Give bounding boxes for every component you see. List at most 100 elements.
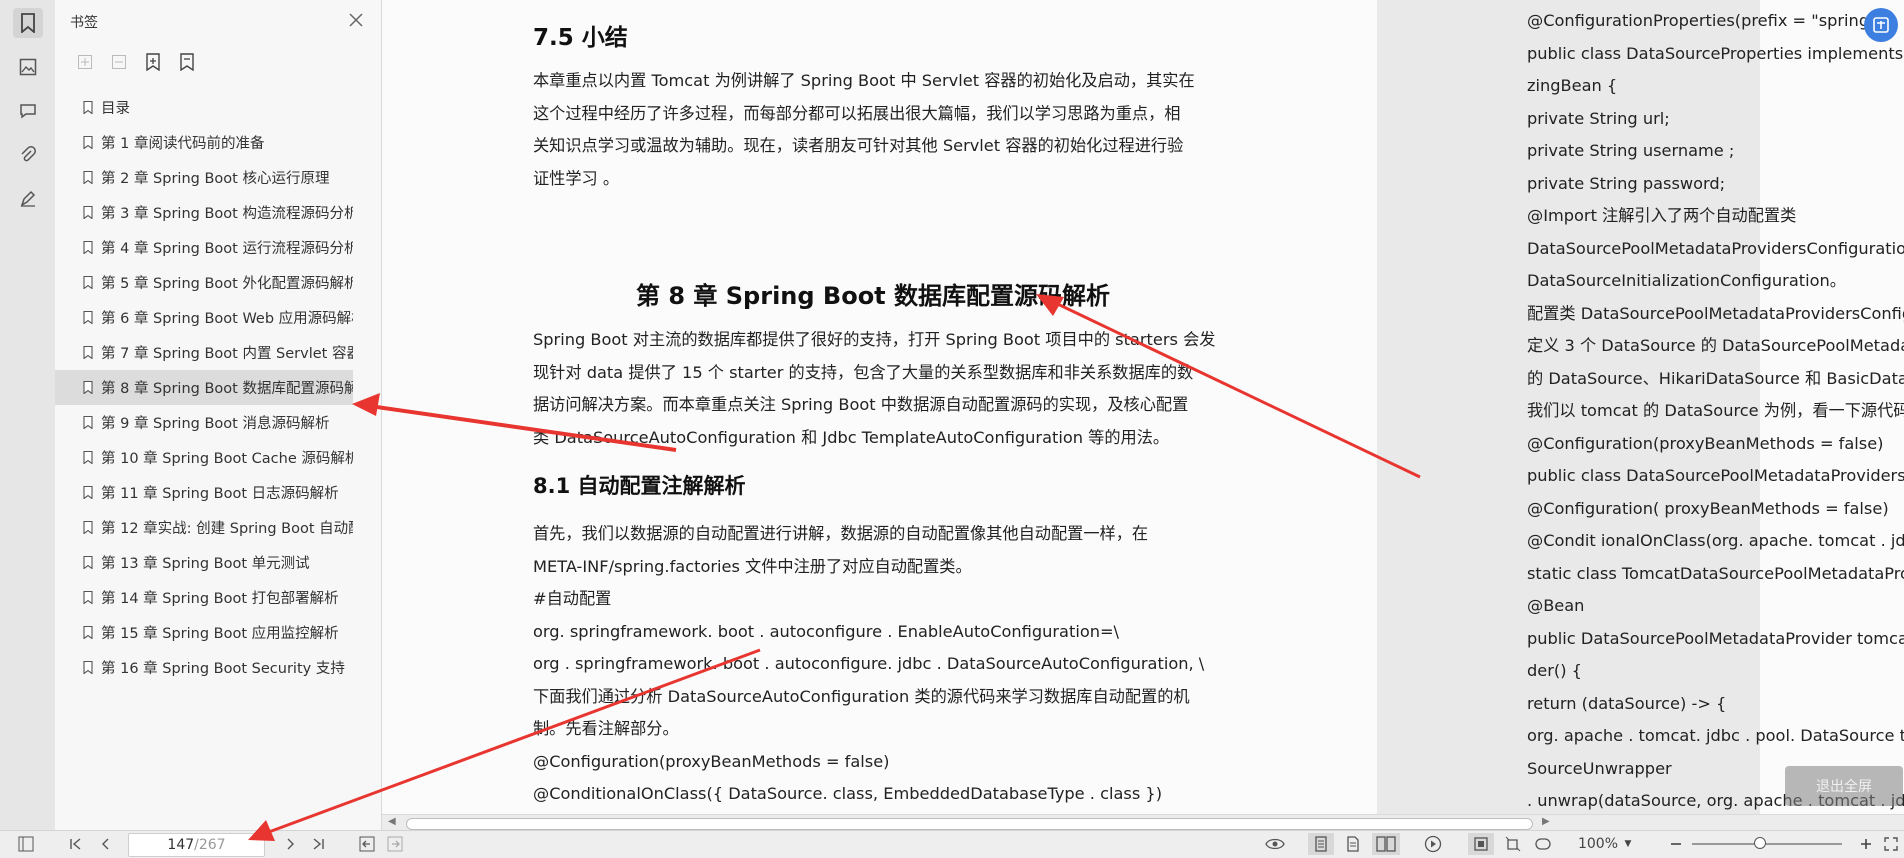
bookmark-flag-icon [83, 206, 93, 219]
bookmark-label: 第 12 章实战: 创建 Spring Boot 自动配置 [101, 521, 353, 537]
section-title: 7.5 小结 [533, 25, 628, 51]
signature-icon[interactable] [13, 184, 43, 214]
bookmark-label: 第 2 章 Spring Boot 核心运行原理 [101, 171, 330, 187]
bookmark-item[interactable]: 第 14 章 Spring Boot 打包部署解析 [55, 580, 353, 615]
last-page-icon[interactable] [308, 833, 328, 855]
text-line: private String url; [1527, 108, 1670, 128]
bookmark-item[interactable]: 第 1 章阅读代码前的准备 [55, 125, 353, 160]
close-icon[interactable] [349, 13, 363, 31]
text-line: @Import 注解引入了两个自动配置类 [1527, 206, 1797, 225]
bookmark-flag-icon [83, 661, 93, 674]
bookmark-item[interactable]: 目录 [55, 90, 353, 125]
bookmark-item[interactable]: 第 6 章 Spring Boot Web 应用源码解析 [55, 300, 353, 335]
zoom-in-icon[interactable] [1858, 833, 1874, 855]
text-line: #自动配置 [533, 589, 612, 608]
play-icon[interactable] [1420, 833, 1446, 855]
scrollbar-thumb[interactable] [406, 818, 1533, 830]
exit-fullscreen-button[interactable]: 退出全屏 [1785, 766, 1903, 806]
text-line: 制。先看注解部分。 [533, 719, 679, 738]
bookmark-label: 第 13 章 Spring Boot 单元测试 [101, 556, 310, 572]
text-line: 下面我们通过分析 DataSourceAutoConfiguration 类的源… [533, 686, 1190, 706]
bookmark-item[interactable]: 第 9 章 Spring Boot 消息源码解析 [55, 405, 353, 440]
text-line: static class TomcatDataSourcePoolMetadat… [1527, 563, 1904, 583]
text-line: Spring Boot 对主流的数据库都提供了很好的支持，打开 Spring B… [533, 330, 1216, 349]
bookmark-item[interactable]: 第 15 章 Spring Boot 应用监控解析 [55, 615, 353, 650]
fit-page-icon[interactable] [1468, 833, 1494, 855]
bookmark-flag-icon [83, 591, 93, 604]
text-line: return (dataSource) -> { [1527, 693, 1727, 713]
bookmark-flag-icon [83, 241, 93, 254]
two-page-icon[interactable] [1372, 833, 1400, 855]
bookmark-label: 第 3 章 Spring Boot 构造流程源码分析 [101, 206, 353, 222]
fit-width-icon[interactable] [1530, 833, 1556, 855]
expand-all-icon[interactable] [75, 52, 95, 72]
bookmark-flag-icon [83, 556, 93, 569]
bookmark-label: 第 8 章 Spring Boot 数据库配置源码解析 [101, 381, 353, 397]
bookmark-label: 第 11 章 Spring Boot 日志源码解析 [101, 486, 339, 502]
bookmark-item[interactable]: 第 16 章 Spring Boot Security 支持 [55, 650, 353, 685]
bookmark-label: 第 4 章 Spring Boot 运行流程源码分析 [101, 241, 353, 257]
single-page-icon[interactable] [1308, 833, 1334, 855]
zoom-out-icon[interactable] [1668, 833, 1684, 855]
first-page-icon[interactable] [66, 833, 86, 855]
zoom-slider-thumb[interactable] [1754, 837, 1766, 849]
toggle-sidebar-icon[interactable] [14, 833, 38, 855]
attachment-icon[interactable] [13, 140, 43, 170]
rotate-icon[interactable] [1500, 833, 1526, 855]
bookmark-label: 第 7 章 Spring Boot 内置 Servlet 容器 [101, 346, 353, 362]
bookmark-label: 第 15 章 Spring Boot 应用监控解析 [101, 626, 339, 642]
zoom-slider[interactable] [1692, 837, 1842, 849]
bookmark-item[interactable]: 第 2 章 Spring Boot 核心运行原理 [55, 160, 353, 195]
bookmark-item[interactable]: 第 5 章 Spring Boot 外化配置源码解析 [55, 265, 353, 300]
prev-page-icon[interactable] [96, 833, 116, 855]
text-line: META-INF/spring.factories 文件中注册了对应自动配置类。 [533, 556, 972, 576]
bookmark-flag-icon [83, 311, 93, 324]
bookmarks-toolbar [55, 44, 381, 80]
bookmark-flag-icon [83, 136, 93, 149]
bookmark-label: 第 6 章 Spring Boot Web 应用源码解析 [101, 311, 353, 327]
forward-icon[interactable] [384, 833, 406, 855]
bookmark-flag-icon [83, 276, 93, 289]
bookmark-item[interactable]: 第 4 章 Spring Boot 运行流程源码分析 [55, 230, 353, 265]
text-line: 配置类 DataSourcePoolMetadataProvidersConfi… [1527, 303, 1904, 323]
zoom-level[interactable]: 100% [1576, 833, 1620, 855]
total-pages: /267 [194, 837, 226, 853]
bookmark-outline-icon[interactable] [177, 52, 197, 72]
bookmark-flag-icon [83, 381, 93, 394]
bookmark-item[interactable]: 第 12 章实战: 创建 Spring Boot 自动配置 [55, 510, 353, 545]
scroll-right-icon[interactable]: ▶ [1542, 816, 1550, 827]
bookmark-label: 第 14 章 Spring Boot 打包部署解析 [101, 591, 339, 607]
bookmark-label: 第 16 章 Spring Boot Security 支持 [101, 661, 345, 677]
bookmark-item[interactable]: 第 3 章 Spring Boot 构造流程源码分析 [55, 195, 353, 230]
text-line: der() { [1527, 661, 1582, 680]
collapse-all-icon[interactable] [109, 52, 129, 72]
text-line: 我们以 tomcat 的 DataSource 为例，看一下源代码 [1527, 401, 1904, 420]
scroll-left-icon[interactable]: ◀ [388, 816, 396, 827]
comment-icon[interactable] [13, 96, 43, 126]
fullscreen-icon[interactable] [1882, 833, 1900, 855]
back-icon[interactable] [356, 833, 378, 855]
next-page-icon[interactable] [280, 833, 300, 855]
continuous-page-icon[interactable] [1340, 833, 1366, 855]
bookmark-label: 第 1 章阅读代码前的准备 [101, 136, 265, 152]
bookmark-flag-icon [83, 626, 93, 639]
bookmark-flag-icon [83, 101, 93, 114]
bookmark-item[interactable]: 第 11 章 Spring Boot 日志源码解析 [55, 475, 353, 510]
eye-protection-icon[interactable] [1262, 833, 1288, 855]
page-number-input[interactable]: 147/267 [128, 833, 265, 857]
text-line: org. apache . tomcat. jdbc . pool. DataS… [1527, 726, 1904, 745]
bookmark-item-selected[interactable]: 第 8 章 Spring Boot 数据库配置源码解析 [55, 370, 353, 405]
text-line: public class DataSourceProperties implem… [1527, 43, 1904, 63]
bookmark-item[interactable]: 第 10 章 Spring Boot Cache 源码解析 [55, 440, 353, 475]
translate-icon[interactable] [1864, 8, 1898, 42]
text-line: public class DataSourcePoolMetadataProvi… [1527, 466, 1904, 485]
horizontal-scrollbar[interactable]: ◀ ▶ [382, 814, 1904, 831]
image-icon[interactable] [13, 52, 43, 82]
text-line: @Configuration( proxyBeanMethods = false… [1527, 498, 1889, 518]
text-line: 首先，我们以数据源的自动配置进行讲解，数据源的自动配置像其他自动配置一样，在 [533, 524, 1149, 543]
bookmark-icon[interactable] [12, 8, 43, 38]
bookmark-item[interactable]: 第 7 章 Spring Boot 内置 Servlet 容器 [55, 335, 353, 370]
zoom-dropdown-icon[interactable]: ▼ [1622, 833, 1634, 855]
add-bookmark-icon[interactable] [143, 52, 163, 72]
bookmark-item[interactable]: 第 13 章 Spring Boot 单元测试 [55, 545, 353, 580]
